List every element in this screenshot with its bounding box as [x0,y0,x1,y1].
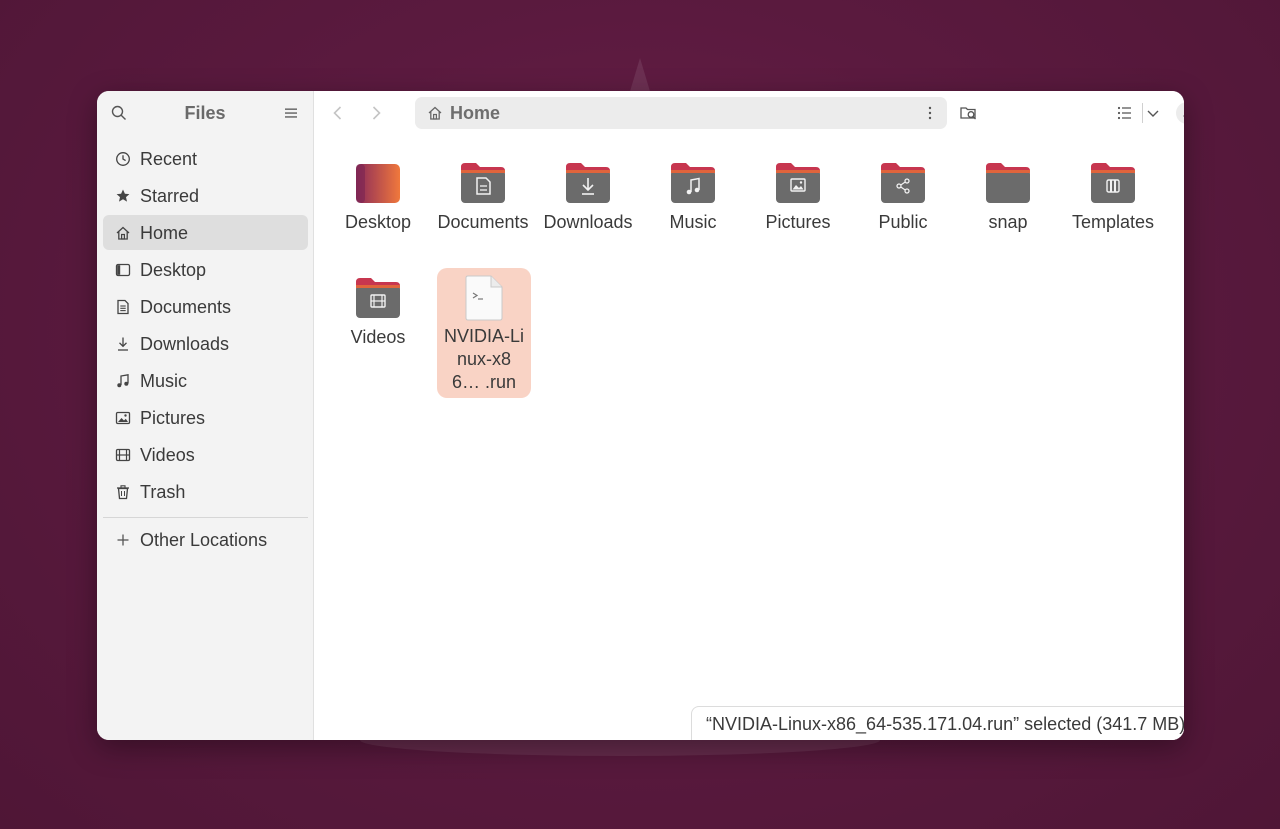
music-folder-icon [671,163,715,203]
videos-folder-icon [356,278,400,318]
sidebar-title: Files [184,103,226,123]
templates-folder-icon [1091,163,1135,203]
grid-item-nvidia-run[interactable]: NVIDIA-Linux-x86… .run [437,268,531,398]
desktop-icon [115,263,131,277]
grid-item-snap[interactable]: snap [961,135,1055,265]
downloads-folder-icon [566,163,610,203]
picture-icon [115,411,131,425]
hamburger-menu-icon[interactable] [283,105,299,121]
file-grid: Desktop Documents Downloads Music Pictur… [314,135,1184,740]
grid-item-label: NVIDIA-Linux-x86… .run [443,326,524,392]
pictures-folder-icon [776,163,820,203]
public-folder-icon [881,163,925,203]
sidebar-item-recent[interactable]: Recent [103,141,308,176]
sidebar-item-label: Videos [140,445,195,465]
grid-item-public[interactable]: Public [856,135,950,265]
sidebar-item-label: Pictures [140,408,206,428]
sidebar-item-documents[interactable]: Documents [103,289,308,324]
path-bar[interactable]: Home [415,97,947,129]
sidebar-divider [103,517,308,518]
search-folder-icon[interactable] [959,103,979,123]
sidebar-item-pictures[interactable]: Pictures [103,400,308,435]
sidebar-item-label: Trash [140,482,186,502]
grid-item-label: snap [988,212,1028,232]
grid-item-videos[interactable]: Videos [331,250,425,380]
sidebar-item-label: Music [140,371,188,391]
grid-item-desktop[interactable]: Desktop [331,135,425,265]
sidebar-item-other-locations[interactable]: Other Locations [103,522,308,557]
grid-item-label: Videos [350,327,406,347]
grid-item-label: Music [669,212,717,232]
home-icon [116,226,130,240]
grid-item-label: Documents [437,212,529,232]
sidebar-item-desktop[interactable]: Desktop [103,252,308,287]
sidebar-item-trash[interactable]: Trash [103,474,308,509]
grid-item-music[interactable]: Music [646,135,740,265]
sidebar-header: Files [97,91,313,135]
clock-icon [116,152,130,166]
sidebar-item-starred[interactable]: Starred [103,178,308,213]
music-icon [117,374,129,388]
grid-item-pictures[interactable]: Pictures [751,135,845,265]
sidebar-other-locations: Other Locations [103,522,308,559]
back-arrow-icon[interactable] [328,103,348,123]
folder-icon [986,163,1030,203]
grid-item-templates[interactable]: Templates [1066,135,1160,265]
sidebar-item-label: Documents [140,297,232,317]
chevron-down-icon[interactable] [1143,103,1163,123]
forward-arrow-icon[interactable] [366,103,386,123]
path-segment-home[interactable]: Home [450,103,500,124]
desktop-folder-icon [356,164,400,203]
grid-item-downloads[interactable]: Downloads [541,135,635,265]
minimize-button[interactable] [1176,102,1184,124]
sidebar-item-label: Home [140,223,189,243]
grid-item-documents[interactable]: Documents [436,135,530,265]
sidebar-item-label: Starred [140,186,200,206]
sidebar-item-label: Recent [140,149,198,169]
sidebar-item-label: Other Locations [140,530,268,550]
sidebar-item-home[interactable]: Home [103,215,308,250]
list-view-icon[interactable] [1115,103,1135,123]
document-icon [117,299,129,315]
script-file-icon [465,275,503,321]
sidebar-item-music[interactable]: Music [103,363,308,398]
video-icon [115,448,131,462]
sidebar-item-videos[interactable]: Videos [103,437,308,472]
sidebar-item-label: Downloads [140,334,230,354]
documents-folder-icon [461,163,505,203]
sidebar-item-downloads[interactable]: Downloads [103,326,308,361]
home-icon [428,106,442,120]
selection-status-bar: “NVIDIA-Linux-x86_64-535.171.04.run” sel… [691,706,1184,740]
sidebar-item-label: Desktop [140,260,207,280]
status-text: “NVIDIA-Linux-x86_64-535.171.04.run” sel… [706,714,1184,734]
sidebar: Files Recent Starred Home Desktop Docume… [97,91,314,740]
more-options-icon[interactable] [923,105,937,121]
minimize-icon [1183,115,1184,117]
grid-item-label: Pictures [765,212,831,232]
download-icon [118,337,128,351]
grid-item-label: Desktop [344,212,412,232]
star-icon [116,189,130,202]
grid-item-label: Public [878,212,928,232]
grid-item-label: Templates [1071,212,1155,232]
files-window: Files Recent Starred Home Desktop Docume… [97,91,1184,740]
plus-icon [117,534,129,546]
header-bar: Home [314,91,1184,135]
trash-icon [117,485,129,500]
grid-item-label: Downloads [543,212,633,232]
sidebar-places: Recent Starred Home Desktop Documents Do… [103,141,308,511]
